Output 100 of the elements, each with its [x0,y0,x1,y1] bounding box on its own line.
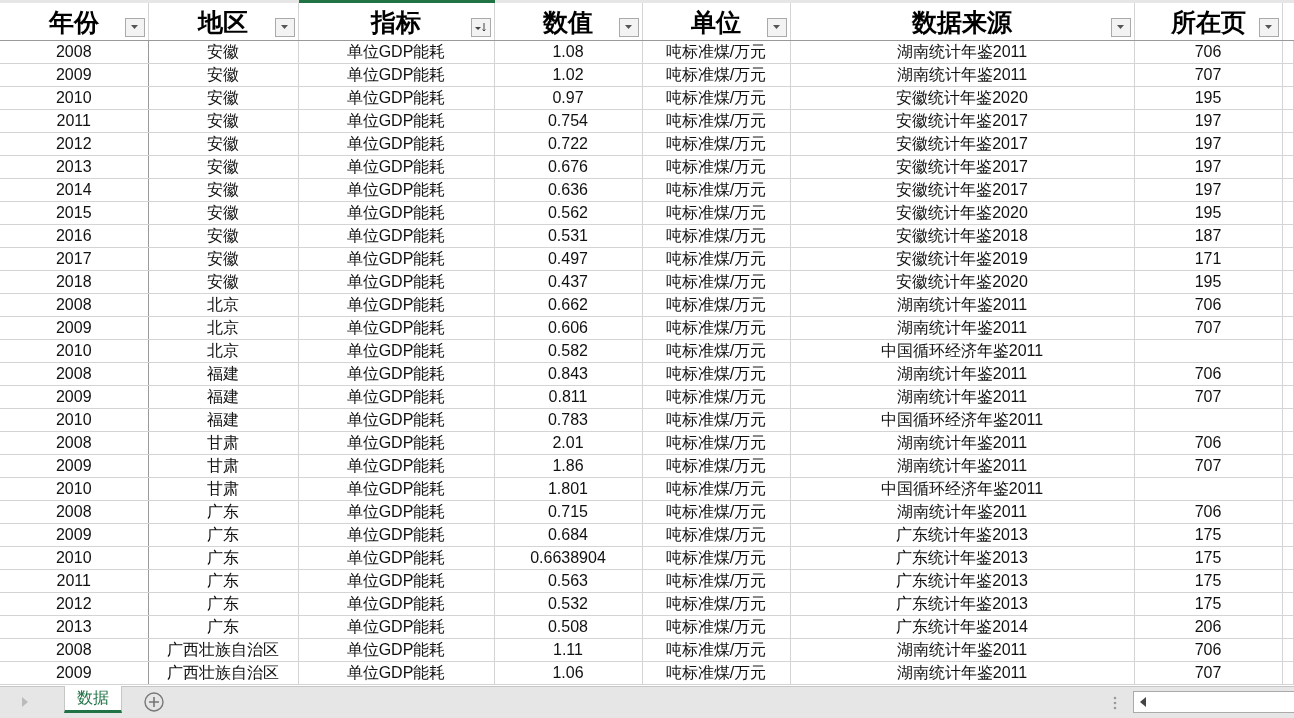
table-cell: 707 [1194,388,1222,405]
table-cell: 197 [1194,135,1222,152]
table-cell: 吨标准煤/万元 [665,434,767,451]
table-cell: 湖南统计年鉴2011 [896,503,1028,520]
table-cell: 707 [1194,664,1222,681]
table-cell: 单位GDP能耗 [346,43,446,60]
table-cell: 2018 [55,273,92,290]
table-cell: 湖南统计年鉴2011 [896,434,1028,451]
filter-button[interactable] [1258,18,1279,37]
table-cell: 单位GDP能耗 [346,204,446,221]
table-cell: 2015 [55,204,92,221]
table-cell: 707 [1194,66,1222,83]
table-cell: 吨标准煤/万元 [665,664,767,681]
table-cell: 单位GDP能耗 [346,342,446,359]
table-cell: 广东 [207,549,239,566]
table-cell: 安徽 [207,135,239,152]
table-cell: 0.662 [547,296,588,313]
table-cell: 安徽统计年鉴2020 [896,89,1028,106]
table-cell: 175 [1194,526,1222,543]
filter-button[interactable] [1110,18,1131,37]
table-cell: 0.97 [552,89,584,106]
add-sheet-icon[interactable] [144,692,164,712]
table-cell: 安徽 [207,43,239,60]
header-label: 年份 [48,6,99,38]
table-cell: 2016 [55,227,92,244]
table-cell: 湖南统计年鉴2011 [896,641,1028,658]
table-cell: 广东统计年鉴2013 [896,595,1028,612]
dropdown-arrow-icon [772,25,781,30]
table-cell: 2010 [55,411,92,428]
table-cell: 0.783 [547,411,588,428]
table-cell: 福建 [207,365,239,382]
filter-button[interactable] [274,18,295,37]
table-cell: 单位GDP能耗 [346,526,446,543]
header-label: 数值 [543,6,593,38]
table-cell: 195 [1194,89,1222,106]
table-cell: 吨标准煤/万元 [665,135,767,152]
header-label: 数据来源 [912,6,1012,38]
splitter-handle-icon[interactable] [1113,696,1117,710]
table-cell: 安徽 [207,250,239,267]
table-cell: 2008 [55,43,92,60]
filter-button[interactable] [618,18,639,37]
table-cell: 吨标准煤/万元 [665,112,767,129]
table-cell: 0.531 [547,227,588,244]
table-cell: 广东统计年鉴2014 [896,618,1028,635]
table-cell: 北京 [207,342,239,359]
table-cell: 广东 [207,526,239,543]
table-cell: 175 [1194,572,1222,589]
sheet-tab[interactable]: 数据 [64,686,122,713]
table-cell: 湖南统计年鉴2011 [896,388,1028,405]
table-cell: 0.722 [547,135,588,152]
table-cell: 北京 [207,296,239,313]
table-cell: 单位GDP能耗 [346,595,446,612]
table-cell: 187 [1194,227,1222,244]
table-cell: 安徽 [207,181,239,198]
table-cell: 吨标准煤/万元 [665,411,767,428]
table-cell: 0.532 [547,595,588,612]
table-cell: 中国循环经济年鉴2011 [880,411,1044,428]
table-cell: 2011 [56,572,91,589]
table-cell: 2009 [55,457,92,474]
table-cell: 吨标准煤/万元 [665,595,767,612]
table-cell: 2012 [55,135,92,152]
table-cell: 175 [1194,595,1222,612]
table-cell: 706 [1194,641,1222,658]
scroll-left-icon[interactable] [1140,697,1146,707]
table-cell: 吨标准煤/万元 [665,204,767,221]
table-cell: 2008 [55,365,92,382]
table-cell: 单位GDP能耗 [346,480,446,497]
header-label: 单位 [691,6,741,38]
table-cell: 单位GDP能耗 [346,296,446,313]
table-cell: 206 [1194,618,1222,635]
table-cell: 吨标准煤/万元 [665,89,767,106]
table-cell: 0.676 [547,158,588,175]
table-cell: 湖南统计年鉴2011 [896,296,1028,313]
table-cell: 175 [1194,549,1222,566]
table-cell: 197 [1194,158,1222,175]
table-cell: 单位GDP能耗 [346,664,446,681]
table-cell: 湖南统计年鉴2011 [896,66,1028,83]
table-cell: 1.11 [553,641,583,658]
dropdown-arrow-icon [1116,25,1125,30]
table-cell: 单位GDP能耗 [346,112,446,129]
table-cell: 吨标准煤/万元 [665,296,767,313]
table-cell: 单位GDP能耗 [346,457,446,474]
table-cell: 吨标准煤/万元 [665,158,767,175]
table-cell: 甘肃 [207,457,239,474]
horizontal-scrollbar[interactable] [1133,691,1294,713]
table-cell: 吨标准煤/万元 [665,227,767,244]
filter-button[interactable] [124,18,145,37]
table-cell: 广东统计年鉴2013 [896,526,1028,543]
filter-button[interactable] [766,18,787,37]
table-cell: 吨标准煤/万元 [665,43,767,60]
table-cell: 单位GDP能耗 [346,388,446,405]
table-cell: 中国循环经济年鉴2011 [880,342,1044,359]
table-cell: 安徽 [207,89,239,106]
table-cell: 0.508 [547,618,588,635]
table-cell: 吨标准煤/万元 [665,342,767,359]
table-cell: 湖南统计年鉴2011 [896,664,1028,681]
table-cell: 单位GDP能耗 [346,365,446,382]
table-cell: 吨标准煤/万元 [665,457,767,474]
table-cell: 安徽统计年鉴2017 [896,112,1028,129]
table-cell: 2010 [55,549,92,566]
